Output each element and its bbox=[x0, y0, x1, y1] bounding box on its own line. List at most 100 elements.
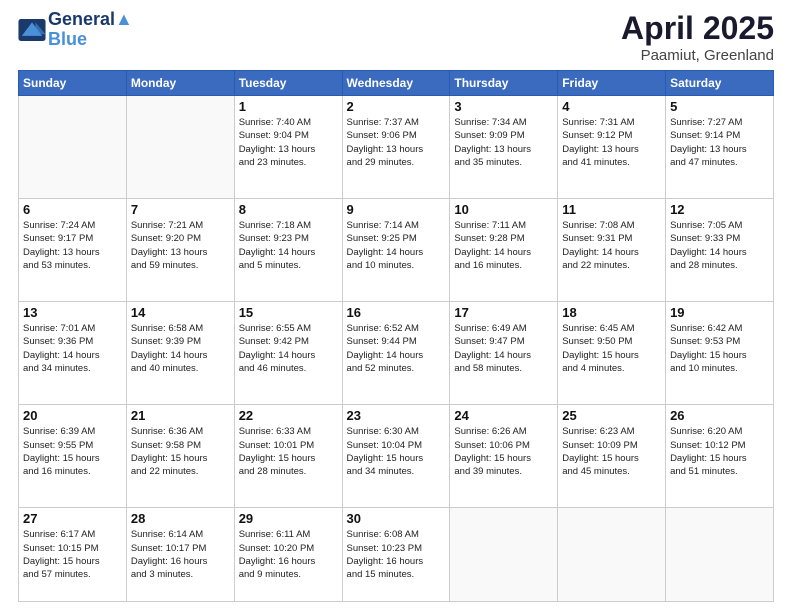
day-info: Sunrise: 7:31 AM Sunset: 9:12 PM Dayligh… bbox=[562, 116, 661, 169]
calendar-cell: 13 Sunrise: 7:01 AM Sunset: 9:36 PM Dayli… bbox=[19, 302, 127, 405]
day-of-week-header: Wednesday bbox=[342, 71, 450, 96]
calendar-cell: 5 Sunrise: 7:27 AM Sunset: 9:14 PM Daylig… bbox=[666, 96, 774, 199]
calendar-cell: 19Sunrise: 6:42 AM Sunset: 9:53 PM Dayli… bbox=[666, 302, 774, 405]
day-info: Sunrise: 6:08 AM Sunset: 10:23 PM Daylig… bbox=[347, 528, 446, 581]
day-number: 17 bbox=[454, 305, 553, 320]
day-number: 5 bbox=[670, 99, 769, 114]
day-info: Sunrise: 7:18 AM Sunset: 9:23 PM Dayligh… bbox=[239, 219, 338, 272]
title-block: April 2025 Paamiut, Greenland bbox=[621, 10, 774, 64]
day-number: 10 bbox=[454, 202, 553, 217]
month-title: April 2025 bbox=[621, 10, 774, 47]
calendar-cell bbox=[19, 96, 127, 199]
day-info: Sunrise: 7:08 AM Sunset: 9:31 PM Dayligh… bbox=[562, 219, 661, 272]
day-info: Sunrise: 7:40 AM Sunset: 9:04 PM Dayligh… bbox=[239, 116, 338, 169]
day-info: Sunrise: 6:52 AM Sunset: 9:44 PM Dayligh… bbox=[347, 322, 446, 375]
calendar-cell: 4 Sunrise: 7:31 AM Sunset: 9:12 PM Daylig… bbox=[558, 96, 666, 199]
day-info: Sunrise: 6:33 AM Sunset: 10:01 PM Daylig… bbox=[239, 425, 338, 478]
calendar-body: 1 Sunrise: 7:40 AM Sunset: 9:04 PM Daylig… bbox=[19, 96, 774, 602]
calendar-cell: 2 Sunrise: 7:37 AM Sunset: 9:06 PM Daylig… bbox=[342, 96, 450, 199]
day-number: 12 bbox=[670, 202, 769, 217]
calendar-cell: 15 Sunrise: 6:55 AM Sunset: 9:42 PM Dayli… bbox=[234, 302, 342, 405]
day-info: Sunrise: 6:42 AM Sunset: 9:53 PM Dayligh… bbox=[670, 322, 769, 375]
day-info: Sunrise: 7:01 AM Sunset: 9:36 PM Dayligh… bbox=[23, 322, 122, 375]
calendar-cell: 20 Sunrise: 6:39 AM Sunset: 9:55 PM Dayli… bbox=[19, 405, 127, 508]
day-number: 18 bbox=[562, 305, 661, 320]
day-number: 9 bbox=[347, 202, 446, 217]
calendar-week-row: 13 Sunrise: 7:01 AM Sunset: 9:36 PM Dayli… bbox=[19, 302, 774, 405]
day-info: Sunrise: 6:55 AM Sunset: 9:42 PM Dayligh… bbox=[239, 322, 338, 375]
day-number: 4 bbox=[562, 99, 661, 114]
calendar-cell: 10 Sunrise: 7:11 AM Sunset: 9:28 PM Dayli… bbox=[450, 199, 558, 302]
calendar-cell: 25 Sunrise: 6:23 AM Sunset: 10:09 PM Dayl… bbox=[558, 405, 666, 508]
days-of-week-row: SundayMondayTuesdayWednesdayThursdayFrid… bbox=[19, 71, 774, 96]
day-number: 11 bbox=[562, 202, 661, 217]
calendar-cell: 3 Sunrise: 7:34 AM Sunset: 9:09 PM Daylig… bbox=[450, 96, 558, 199]
calendar-cell: 27 Sunrise: 6:17 AM Sunset: 10:15 PM Dayl… bbox=[19, 508, 127, 602]
day-of-week-header: Tuesday bbox=[234, 71, 342, 96]
calendar-cell bbox=[666, 508, 774, 602]
day-number: 28 bbox=[131, 511, 230, 526]
day-info: Sunrise: 7:11 AM Sunset: 9:28 PM Dayligh… bbox=[454, 219, 553, 272]
day-number: 1 bbox=[239, 99, 338, 114]
day-of-week-header: Sunday bbox=[19, 71, 127, 96]
calendar-cell: 21 Sunrise: 6:36 AM Sunset: 9:58 PM Dayli… bbox=[126, 405, 234, 508]
calendar-week-row: 1 Sunrise: 7:40 AM Sunset: 9:04 PM Daylig… bbox=[19, 96, 774, 199]
day-number: 8 bbox=[239, 202, 338, 217]
calendar-week-row: 6 Sunrise: 7:24 AM Sunset: 9:17 PM Daylig… bbox=[19, 199, 774, 302]
day-number: 23 bbox=[347, 408, 446, 423]
day-info: Sunrise: 6:23 AM Sunset: 10:09 PM Daylig… bbox=[562, 425, 661, 478]
day-info: Sunrise: 6:26 AM Sunset: 10:06 PM Daylig… bbox=[454, 425, 553, 478]
day-info: Sunrise: 7:05 AM Sunset: 9:33 PM Dayligh… bbox=[670, 219, 769, 272]
location: Paamiut, Greenland bbox=[621, 47, 774, 64]
calendar-cell: 22Sunrise: 6:33 AM Sunset: 10:01 PM Dayl… bbox=[234, 405, 342, 508]
day-number: 3 bbox=[454, 99, 553, 114]
day-number: 20 bbox=[23, 408, 122, 423]
day-number: 30 bbox=[347, 511, 446, 526]
day-number: 21 bbox=[131, 408, 230, 423]
calendar-cell bbox=[450, 508, 558, 602]
calendar-cell: 29Sunrise: 6:11 AM Sunset: 10:20 PM Dayl… bbox=[234, 508, 342, 602]
day-info: Sunrise: 6:49 AM Sunset: 9:47 PM Dayligh… bbox=[454, 322, 553, 375]
day-number: 25 bbox=[562, 408, 661, 423]
day-info: Sunrise: 7:37 AM Sunset: 9:06 PM Dayligh… bbox=[347, 116, 446, 169]
day-info: Sunrise: 6:14 AM Sunset: 10:17 PM Daylig… bbox=[131, 528, 230, 581]
day-number: 6 bbox=[23, 202, 122, 217]
day-info: Sunrise: 7:34 AM Sunset: 9:09 PM Dayligh… bbox=[454, 116, 553, 169]
day-info: Sunrise: 6:45 AM Sunset: 9:50 PM Dayligh… bbox=[562, 322, 661, 375]
day-number: 27 bbox=[23, 511, 122, 526]
calendar-cell: 26Sunrise: 6:20 AM Sunset: 10:12 PM Dayl… bbox=[666, 405, 774, 508]
calendar-cell: 30 Sunrise: 6:08 AM Sunset: 10:23 PM Dayl… bbox=[342, 508, 450, 602]
calendar-cell: 6 Sunrise: 7:24 AM Sunset: 9:17 PM Daylig… bbox=[19, 199, 127, 302]
day-number: 13 bbox=[23, 305, 122, 320]
calendar-cell bbox=[558, 508, 666, 602]
day-number: 24 bbox=[454, 408, 553, 423]
calendar-cell: 24 Sunrise: 6:26 AM Sunset: 10:06 PM Dayl… bbox=[450, 405, 558, 508]
logo-subtext: Blue bbox=[48, 30, 133, 50]
calendar-week-row: 27 Sunrise: 6:17 AM Sunset: 10:15 PM Dayl… bbox=[19, 508, 774, 602]
header: General▲ Blue April 2025 Paamiut, Greenl… bbox=[18, 10, 774, 64]
day-of-week-header: Thursday bbox=[450, 71, 558, 96]
calendar-cell: 23 Sunrise: 6:30 AM Sunset: 10:04 PM Dayl… bbox=[342, 405, 450, 508]
logo-text: General▲ bbox=[48, 10, 133, 30]
calendar-table: SundayMondayTuesdayWednesdayThursdayFrid… bbox=[18, 70, 774, 602]
day-info: Sunrise: 7:24 AM Sunset: 9:17 PM Dayligh… bbox=[23, 219, 122, 272]
day-info: Sunrise: 6:30 AM Sunset: 10:04 PM Daylig… bbox=[347, 425, 446, 478]
calendar-cell: 11 Sunrise: 7:08 AM Sunset: 9:31 PM Dayli… bbox=[558, 199, 666, 302]
day-info: Sunrise: 7:27 AM Sunset: 9:14 PM Dayligh… bbox=[670, 116, 769, 169]
day-of-week-header: Monday bbox=[126, 71, 234, 96]
calendar-cell: 16Sunrise: 6:52 AM Sunset: 9:44 PM Dayli… bbox=[342, 302, 450, 405]
page: General▲ Blue April 2025 Paamiut, Greenl… bbox=[0, 0, 792, 612]
calendar-header: SundayMondayTuesdayWednesdayThursdayFrid… bbox=[19, 71, 774, 96]
day-number: 15 bbox=[239, 305, 338, 320]
day-info: Sunrise: 6:36 AM Sunset: 9:58 PM Dayligh… bbox=[131, 425, 230, 478]
day-info: Sunrise: 6:17 AM Sunset: 10:15 PM Daylig… bbox=[23, 528, 122, 581]
day-info: Sunrise: 6:39 AM Sunset: 9:55 PM Dayligh… bbox=[23, 425, 122, 478]
day-of-week-header: Friday bbox=[558, 71, 666, 96]
day-number: 7 bbox=[131, 202, 230, 217]
day-number: 26 bbox=[670, 408, 769, 423]
day-info: Sunrise: 6:11 AM Sunset: 10:20 PM Daylig… bbox=[239, 528, 338, 581]
calendar-cell: 18 Sunrise: 6:45 AM Sunset: 9:50 PM Dayli… bbox=[558, 302, 666, 405]
day-number: 2 bbox=[347, 99, 446, 114]
calendar-cell: 9Sunrise: 7:14 AM Sunset: 9:25 PM Daylig… bbox=[342, 199, 450, 302]
calendar-cell: 28 Sunrise: 6:14 AM Sunset: 10:17 PM Dayl… bbox=[126, 508, 234, 602]
